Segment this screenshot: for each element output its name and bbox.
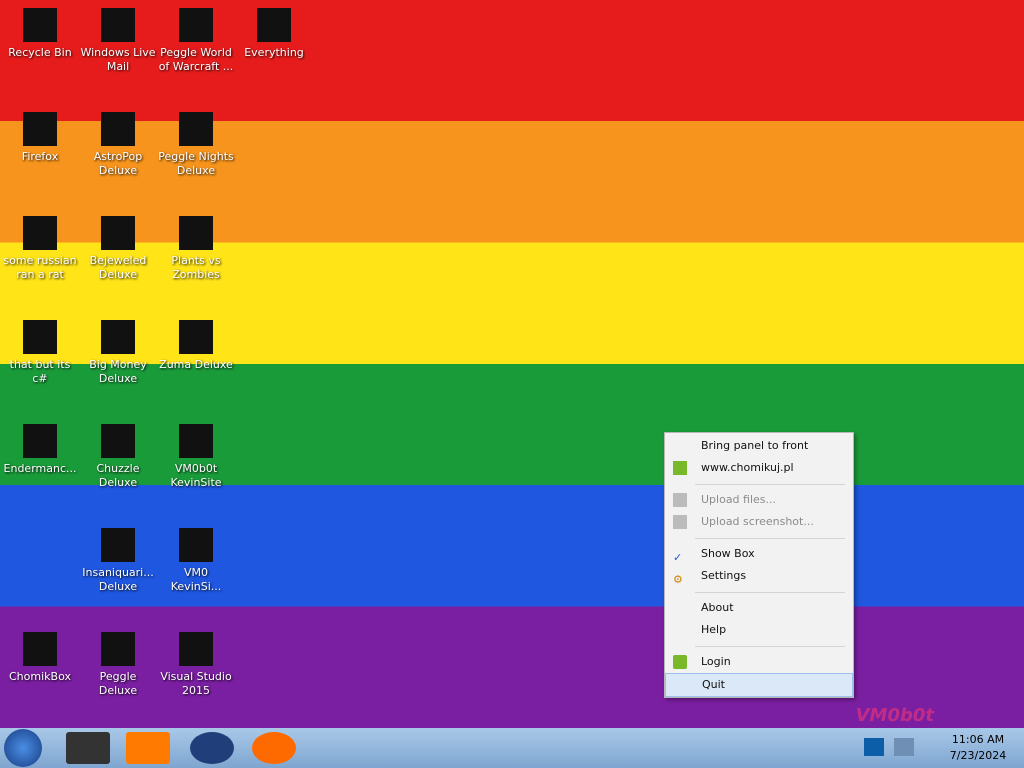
desktop-icon[interactable]: Peggle Deluxe [80, 624, 156, 720]
search-icon [257, 8, 291, 42]
app-icon [23, 424, 57, 458]
menu-item-quit[interactable]: Quit [665, 673, 853, 697]
taskbar: 11:06 AM 7/23/2024 [0, 728, 1024, 768]
folder-icon [23, 320, 57, 354]
checkmark-icon: ✓ [673, 551, 683, 564]
home-icon [673, 461, 687, 475]
desktop-icon[interactable]: Everything [236, 0, 312, 96]
game-icon [179, 8, 213, 42]
taskbar-app[interactable] [66, 732, 110, 764]
desktop-icon[interactable]: Insaniquari... Deluxe [80, 520, 156, 616]
taskbar-app[interactable] [126, 732, 170, 764]
tray-icon[interactable] [864, 738, 884, 756]
camera-icon [673, 515, 687, 529]
menu-item-about[interactable]: About [665, 597, 853, 619]
game-icon [179, 320, 213, 354]
context-menu: Bring panel to front www.chomikuj.pl Upl… [664, 432, 854, 698]
game-icon [101, 528, 135, 562]
web-icon [179, 424, 213, 458]
desktop-icon[interactable]: Chuzzle Deluxe [80, 416, 156, 512]
desktop-icon[interactable]: ChomikBox [2, 624, 78, 720]
tray-icon[interactable] [894, 738, 914, 756]
desktop-icon[interactable]: Recycle Bin [2, 0, 78, 96]
app-icon [23, 632, 57, 666]
visual-studio-icon [179, 632, 213, 666]
taskbar-app[interactable] [190, 732, 234, 764]
menu-item-upload-screenshot: Upload screenshot... [665, 511, 853, 533]
desktop-icon[interactable]: that but its c# [2, 312, 78, 408]
menu-item-website[interactable]: www.chomikuj.pl [665, 457, 853, 479]
desktop-icon[interactable]: Peggle World of Warcraft ... [158, 0, 234, 96]
upload-icon [673, 493, 687, 507]
start-button[interactable] [4, 729, 42, 767]
menu-item-upload-files: Upload files... [665, 489, 853, 511]
desktop-icon[interactable]: Endermanc... [2, 416, 78, 512]
desktop-icon[interactable]: some russian ran a rat [2, 208, 78, 304]
game-icon [179, 216, 213, 250]
game-icon [101, 216, 135, 250]
watermark: VM0b0t [855, 705, 934, 726]
desktop-icon[interactable]: AstroPop Deluxe [80, 104, 156, 200]
desktop-icon[interactable]: Bejeweled Deluxe [80, 208, 156, 304]
menu-item-show-box[interactable]: ✓ Show Box [665, 543, 853, 565]
desktop-icon[interactable]: Firefox [2, 104, 78, 200]
desktop-icon[interactable]: Plants vs Zombies [158, 208, 234, 304]
game-icon [101, 632, 135, 666]
menu-separator [695, 484, 845, 485]
menu-separator [695, 646, 845, 647]
menu-separator [695, 592, 845, 593]
desktop-icon[interactable]: Peggle Nights Deluxe [158, 104, 234, 200]
desktop-icon[interactable]: Visual Studio 2015 [158, 624, 234, 720]
recycle-bin-icon [23, 8, 57, 42]
web-icon [179, 528, 213, 562]
desktop-icon[interactable]: Windows Live Mail [80, 0, 156, 96]
menu-item-help[interactable]: Help [665, 619, 853, 641]
system-clock[interactable]: 11:06 AM 7/23/2024 [940, 732, 1016, 764]
game-icon [101, 112, 135, 146]
menu-item-login[interactable]: Login [665, 651, 853, 673]
game-icon [179, 112, 213, 146]
document-icon [23, 216, 57, 250]
desktop-icon[interactable]: VM0b0t KevinSite [158, 416, 234, 512]
menu-item-settings[interactable]: ⚙ Settings [665, 565, 853, 587]
desktop-icon[interactable]: Big Money Deluxe [80, 312, 156, 408]
login-icon [673, 655, 687, 669]
desktop-icon[interactable]: Zuma Deluxe [158, 312, 234, 408]
desktop-icon[interactable]: VM0 KevinSi... [158, 520, 234, 616]
mail-icon [101, 8, 135, 42]
desktop: Recycle Bin Windows Live Mail Peggle Wor… [0, 0, 1024, 728]
game-icon [101, 320, 135, 354]
taskbar-app[interactable] [252, 732, 296, 764]
menu-separator [695, 538, 845, 539]
gear-icon: ⚙ [673, 573, 683, 586]
firefox-icon [23, 112, 57, 146]
game-icon [101, 424, 135, 458]
menu-item-bring-panel-to-front[interactable]: Bring panel to front [665, 435, 853, 457]
